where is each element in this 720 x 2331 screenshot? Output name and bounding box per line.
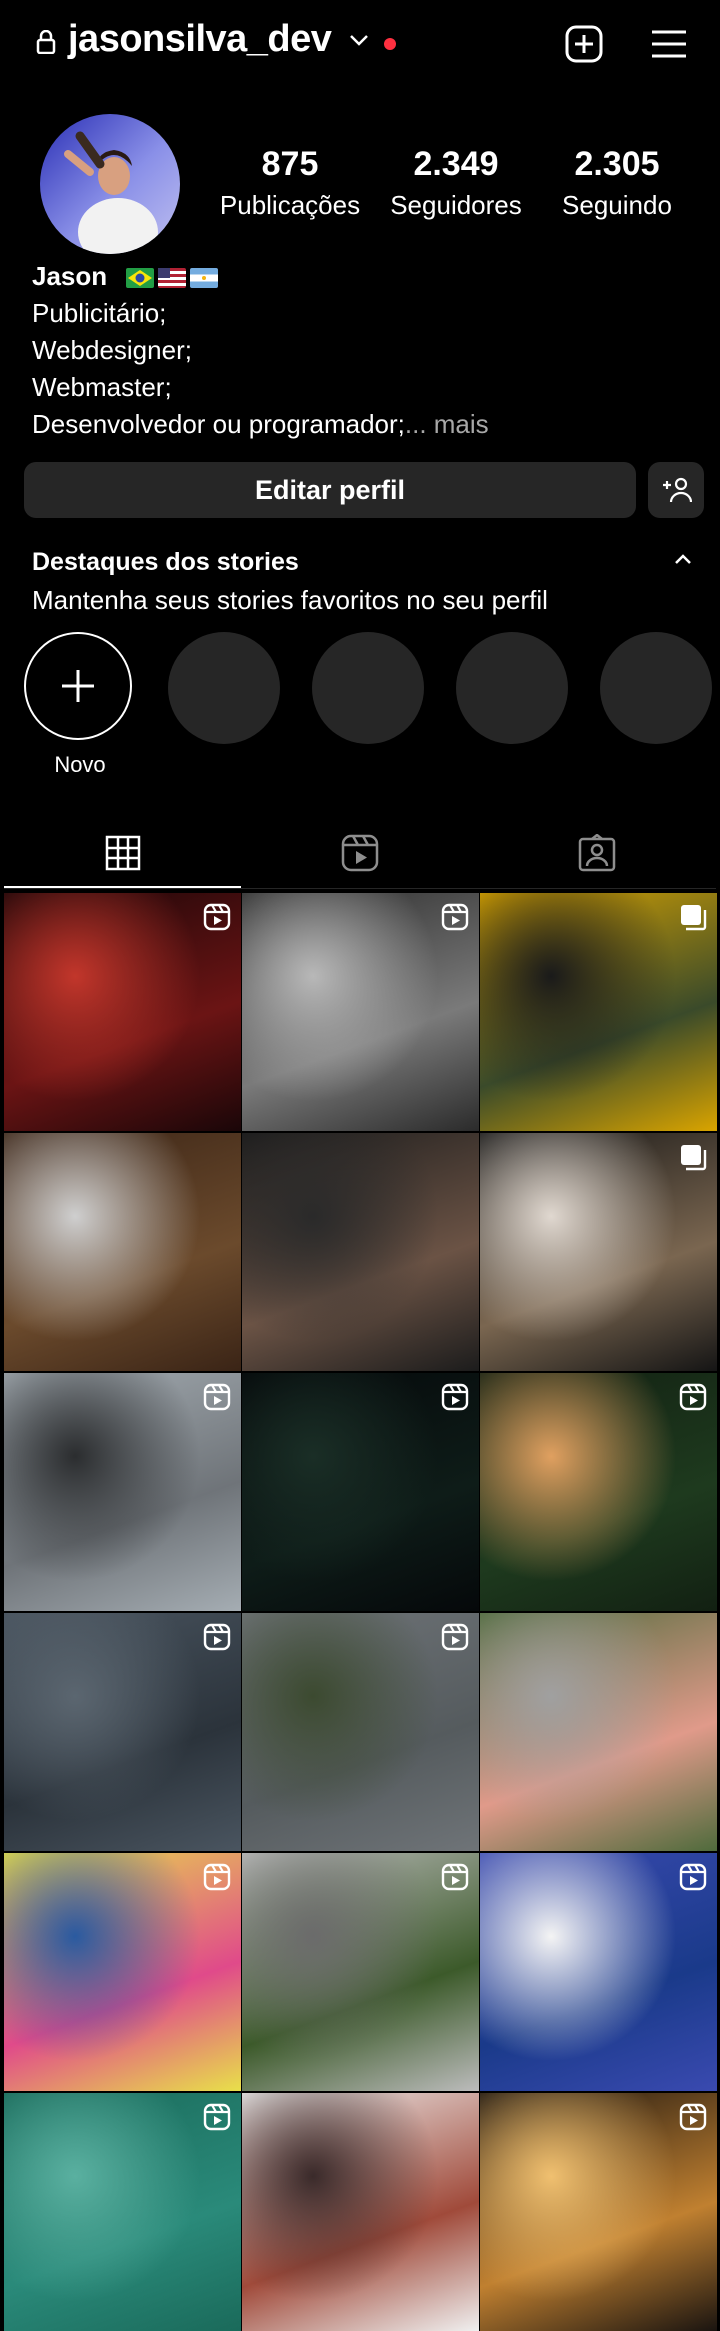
post-thumbnail[interactable] (242, 1133, 479, 1371)
post-thumbnail[interactable] (242, 893, 479, 1131)
brazil-flag-icon (126, 268, 155, 289)
new-highlight-label: Novo (54, 752, 106, 777)
highlight-placeholder (312, 632, 424, 744)
plus-square-icon (565, 25, 603, 63)
profile-avatar[interactable] (40, 114, 180, 254)
highlight-placeholder (600, 632, 712, 744)
new-highlight-button[interactable] (24, 632, 132, 740)
post-thumbnail[interactable] (480, 2093, 717, 2331)
notification-dot (384, 38, 396, 50)
post-thumbnail[interactable] (242, 1373, 479, 1611)
edit-profile-button[interactable]: Editar perfil (24, 462, 636, 518)
bio-line: Publicitário; (32, 298, 167, 328)
reel-icon (679, 1383, 707, 1411)
menu-button[interactable] (645, 20, 693, 68)
reel-icon (203, 903, 231, 931)
posts-count: 875 (261, 145, 319, 183)
add-person-icon (663, 477, 692, 503)
post-thumbnail[interactable] (4, 1853, 241, 2091)
reels-icon (341, 834, 378, 872)
highlights-subtitle: Mantenha seus stories favoritos no seu p… (32, 585, 548, 615)
tab-posts[interactable] (4, 820, 241, 886)
top-bar: jasonsilva_dev (4, 0, 716, 90)
account-username[interactable]: jasonsilva_dev (68, 18, 332, 61)
reel-icon (441, 1623, 469, 1651)
highlight-placeholder (168, 632, 280, 744)
reel-icon (203, 1623, 231, 1651)
chevron-down-icon[interactable] (349, 33, 369, 52)
profile-bio: Jason Publicitário; Webdesigner; Webmast… (32, 258, 489, 443)
posts-label: Publicações (219, 190, 361, 220)
reel-icon (679, 2103, 707, 2131)
post-thumbnail[interactable] (480, 1613, 717, 1851)
carousel-icon (679, 1143, 707, 1171)
post-thumbnail[interactable] (242, 1853, 479, 2091)
followers-stat[interactable]: 2.349 Seguidores (366, 145, 546, 221)
display-name: Jason (32, 261, 108, 291)
post-thumbnail[interactable] (480, 1853, 717, 2091)
reel-icon (441, 1383, 469, 1411)
reel-icon (203, 1863, 231, 1891)
followers-label: Seguidores (390, 190, 522, 220)
highlight-placeholder (456, 632, 568, 744)
bio-line: Webmaster; (32, 372, 172, 402)
post-thumbnail[interactable] (4, 1373, 241, 1611)
highlights-title: Destaques dos stories (32, 548, 299, 576)
tagged-icon (578, 834, 615, 872)
post-thumbnail[interactable] (4, 2093, 241, 2331)
bio-line: Desenvolvedor ou programador; (32, 409, 405, 439)
reel-icon (203, 2103, 231, 2131)
reel-icon (441, 903, 469, 931)
grid-icon (105, 835, 140, 871)
followers-count: 2.349 (413, 145, 499, 183)
profile-screen: jasonsilva_dev 875 Publicações 2.349 Seg… (4, 0, 717, 2331)
tab-tagged[interactable] (478, 820, 715, 886)
post-thumbnail[interactable] (242, 1613, 479, 1851)
tab-reels[interactable] (241, 820, 478, 886)
post-thumbnail[interactable] (4, 893, 241, 1131)
reel-icon (679, 1863, 707, 1891)
chevron-up-icon[interactable] (674, 552, 692, 570)
reel-icon (441, 1863, 469, 1891)
bio-line: Webdesigner; (32, 335, 192, 365)
post-thumbnail[interactable] (4, 1613, 241, 1851)
post-thumbnail[interactable] (480, 1373, 717, 1611)
following-stat[interactable]: 2.305 Seguindo (527, 145, 707, 221)
posts-stat[interactable]: 875 Publicações (200, 145, 380, 221)
create-button[interactable] (560, 20, 608, 68)
discover-people-button[interactable] (648, 462, 704, 518)
carousel-icon (679, 903, 707, 931)
posts-grid (4, 893, 717, 2331)
following-label: Seguindo (562, 190, 672, 220)
usa-flag-icon (158, 268, 187, 289)
lock-icon (36, 29, 56, 59)
argentina-flag-icon (190, 268, 219, 289)
plus-icon (62, 670, 94, 702)
following-count: 2.305 (574, 145, 660, 183)
post-thumbnail[interactable] (480, 1133, 717, 1371)
post-thumbnail[interactable] (4, 1133, 241, 1371)
post-thumbnail[interactable] (480, 893, 717, 1131)
post-thumbnail[interactable] (242, 2093, 479, 2331)
hamburger-icon (652, 30, 686, 58)
reel-icon (203, 1383, 231, 1411)
more-link[interactable]: ... mais (405, 409, 489, 439)
flag-emojis (126, 268, 219, 289)
tab-divider (4, 888, 716, 889)
